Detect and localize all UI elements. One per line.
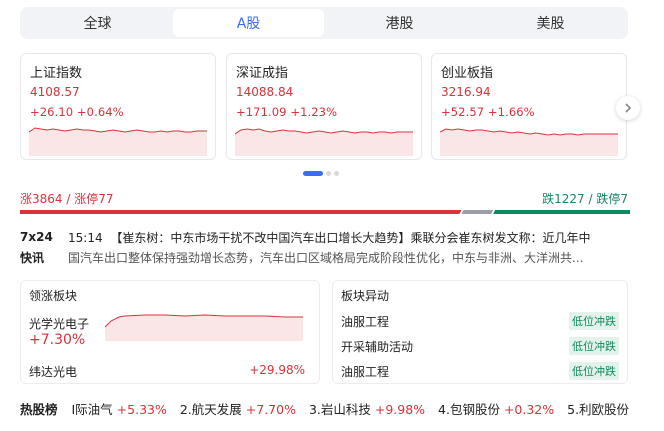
flash-news-logo-sub: 快讯 bbox=[20, 251, 45, 265]
index-change: +171.09 +1.23% bbox=[236, 105, 338, 119]
decliners-count: 跌1227 / 跌停7 bbox=[542, 192, 628, 206]
index-sparkline bbox=[29, 127, 207, 156]
index-card-chinext[interactable]: 创业板指 3216.94 +52.57 +1.66% bbox=[431, 53, 627, 160]
carousel-dot[interactable] bbox=[334, 171, 339, 176]
anomaly-tag: 低位冲跌 bbox=[569, 362, 619, 380]
news-body: 乘联分会崔东树发文称：近几年中 bbox=[410, 231, 591, 245]
tab-a-share[interactable]: A股 bbox=[173, 9, 324, 37]
news-headline: 【崔东树：中东市场干扰不改中国汽车出口增长大趋势】 bbox=[110, 231, 411, 245]
hot-stock-change: +9.98% bbox=[374, 402, 426, 417]
anomaly-sector-name: 油服工程 bbox=[341, 315, 390, 329]
tab-hk[interactable]: 港股 bbox=[324, 9, 475, 37]
index-price: 4108.57 bbox=[30, 85, 80, 99]
news-body-continued: 国汽车出口整体保持强劲增长态势，汽车出口区域格局完成阶段性优化，中东与非洲、大洋… bbox=[68, 251, 584, 265]
lead-sector-panel[interactable]: 领涨板块 光学光电子 +7.30% 纬达光电 +29.98% bbox=[20, 280, 320, 384]
carousel-dot[interactable] bbox=[303, 171, 323, 176]
news-time: 15:14 bbox=[68, 231, 103, 245]
index-name: 上证指数 bbox=[30, 66, 83, 81]
market-tabs: 全球 A股 港股 美股 bbox=[20, 7, 628, 39]
index-name: 深证成指 bbox=[236, 66, 289, 81]
hot-stock-name: 4.包钢股份 bbox=[438, 402, 500, 417]
hot-stock-name: 5.利欧股份 bbox=[567, 402, 630, 417]
anomaly-row[interactable]: 油服工程 低位冲跌 bbox=[341, 362, 619, 380]
market-breadth-bar bbox=[20, 210, 630, 214]
hot-stock-item[interactable]: I际油气 +5.33% bbox=[72, 402, 167, 417]
anomaly-tag: 低位冲跌 bbox=[569, 312, 619, 330]
hot-stocks-ticker: 热股榜 I际油气 +5.33% 2.航天发展 +7.70% 3.岩山科技 +9.… bbox=[20, 399, 630, 418]
carousel-next-button[interactable] bbox=[616, 96, 640, 120]
index-change: +26.10 +0.64% bbox=[30, 105, 124, 119]
flat-segment bbox=[461, 210, 494, 214]
leading-stock-change: +29.98% bbox=[249, 363, 305, 377]
chevron-right-icon bbox=[625, 103, 632, 113]
index-card-shanghai[interactable]: 上证指数 4108.57 +26.10 +0.64% bbox=[20, 53, 216, 160]
hot-stock-item[interactable]: 2.航天发展 +7.70% bbox=[180, 402, 296, 417]
decliners-segment bbox=[493, 210, 630, 214]
carousel-dot[interactable] bbox=[326, 171, 331, 176]
index-sparkline bbox=[440, 128, 618, 156]
sector-change: +7.30% bbox=[29, 332, 86, 348]
anomaly-row[interactable]: 油服工程 低位冲跌 bbox=[341, 312, 619, 330]
anomaly-sector-name: 开采辅助活动 bbox=[341, 340, 414, 354]
sector-sparkline bbox=[105, 314, 303, 341]
leading-stock-name[interactable]: 纬达光电 bbox=[29, 363, 77, 380]
advancers-count: 涨3864 / 涨停77 bbox=[20, 192, 114, 206]
flash-news-logo: 7x24 bbox=[20, 230, 53, 244]
hot-stock-change: +5.33% bbox=[116, 402, 167, 417]
hot-stock-name: 2.航天发展 bbox=[179, 402, 242, 417]
panel-title: 领涨板块 bbox=[29, 289, 78, 303]
index-sparkline bbox=[235, 128, 413, 156]
hot-stock-change: +0.32% bbox=[503, 402, 555, 417]
anomaly-row[interactable]: 开采辅助活动 低位冲跌 bbox=[341, 337, 619, 355]
tab-us[interactable]: 美股 bbox=[475, 9, 626, 37]
sector-name: 光学光电子 bbox=[29, 317, 90, 331]
anomaly-sector-name: 油服工程 bbox=[341, 365, 390, 379]
sector-anomaly-panel[interactable]: 板块异动 油服工程 低位冲跌 开采辅助活动 低位冲跌 油服工程 低位冲跌 bbox=[332, 280, 628, 384]
hot-stock-name: 3.岩山科技 bbox=[308, 402, 371, 417]
hot-stock-item[interactable]: 4.包钢股份 +0.32% bbox=[438, 402, 554, 417]
advancers-segment bbox=[20, 210, 462, 214]
tab-global[interactable]: 全球 bbox=[22, 9, 173, 37]
index-price: 14088.84 bbox=[236, 85, 294, 99]
hot-stock-item[interactable]: 3.岩山科技 +9.98% bbox=[309, 402, 425, 417]
index-name: 创业板指 bbox=[441, 66, 494, 81]
panel-title: 板块异动 bbox=[341, 289, 390, 303]
hot-stocks-label: 热股榜 bbox=[20, 402, 58, 417]
flash-news-item[interactable]: 15:14 【崔东树：中东市场干扰不改中国汽车出口增长大趋势】乘联分会崔东树发文… bbox=[68, 228, 628, 268]
hot-stock-item[interactable]: 5.利欧股份 + bbox=[567, 402, 630, 417]
hot-stock-name: I际油气 bbox=[71, 402, 113, 417]
hot-stock-change: +7.70% bbox=[245, 402, 296, 417]
carousel-indicator bbox=[303, 171, 339, 176]
anomaly-tag: 低位冲跌 bbox=[569, 337, 619, 355]
index-change: +52.57 +1.66% bbox=[441, 105, 535, 119]
index-price: 3216.94 bbox=[441, 85, 491, 99]
index-card-shenzhen[interactable]: 深证成指 14088.84 +171.09 +1.23% bbox=[226, 53, 422, 160]
